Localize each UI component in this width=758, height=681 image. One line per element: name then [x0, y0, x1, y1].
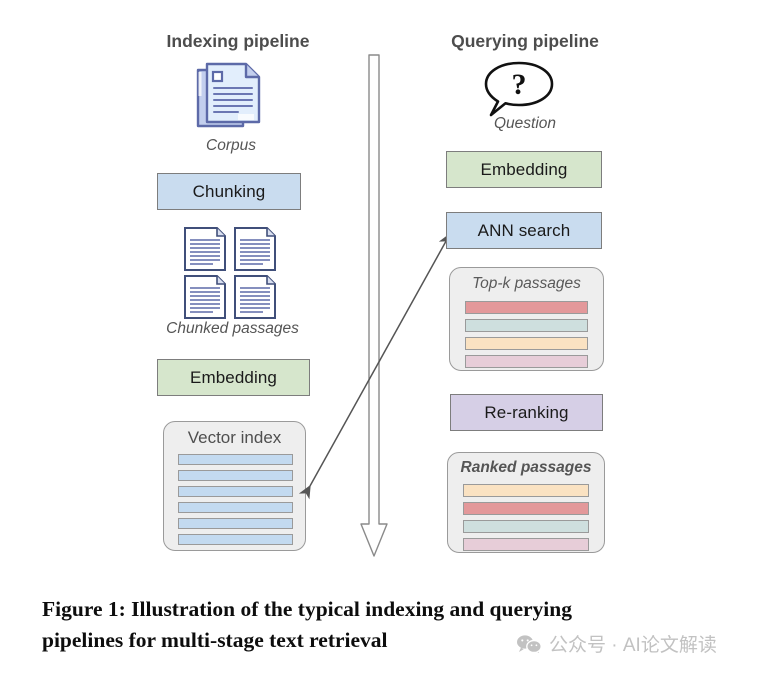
figure-diagram: Indexing pipeline Corpus Chunking Chunke… [0, 0, 758, 575]
ranked-passages-title: Ranked passages [460, 459, 592, 476]
double-headed-diagonal-arrow [290, 218, 470, 508]
chunking-box[interactable]: Chunking [157, 173, 301, 210]
embedding-box-querying[interactable]: Embedding [446, 151, 602, 188]
ranked-passage-bar [463, 538, 589, 551]
vector-index-row [178, 502, 293, 513]
indexing-pipeline-title: Indexing pipeline [166, 31, 310, 51]
topk-passages-title: Top-k passages [472, 275, 581, 292]
querying-pipeline-title: Querying pipeline [451, 31, 599, 51]
vector-index-title: Vector index [187, 428, 282, 447]
ranked-passage-bar [463, 502, 589, 515]
topk-passages-card: Top-k passages [449, 267, 604, 371]
ranked-passage-bar [463, 520, 589, 533]
caption-line-1: Figure 1: Illustration of the typical in… [42, 597, 572, 621]
watermark: 公众号 · AI论文解读 [516, 630, 717, 657]
topk-passage-bar [465, 301, 588, 314]
vector-index-row [178, 470, 293, 481]
embedding-box-indexing[interactable]: Embedding [157, 359, 310, 396]
ann-search-box[interactable]: ANN search [446, 212, 602, 249]
vector-index-row [178, 518, 293, 529]
vector-index-row [178, 534, 293, 545]
vector-index-row [178, 486, 293, 497]
corpus-caption: Corpus [206, 137, 256, 154]
re-ranking-box[interactable]: Re-ranking [450, 394, 603, 431]
wechat-logo-icon [516, 634, 542, 655]
ranked-passages-card: Ranked passages [447, 452, 605, 553]
svg-text:?: ? [512, 68, 527, 101]
vector-index-row [178, 454, 293, 465]
topk-passage-bar [465, 337, 588, 350]
question-caption: Question [493, 115, 557, 132]
four-documents-icon [180, 226, 280, 319]
documents-stack-icon [186, 56, 276, 134]
vector-index-card: Vector index [163, 421, 306, 551]
ranked-passage-bar [463, 484, 589, 497]
speech-bubble-question-icon: ? [481, 60, 557, 118]
watermark-text: 公众号 · AI论文解读 [549, 635, 717, 656]
topk-passage-bar [465, 319, 588, 332]
topk-passage-bar [465, 355, 588, 368]
